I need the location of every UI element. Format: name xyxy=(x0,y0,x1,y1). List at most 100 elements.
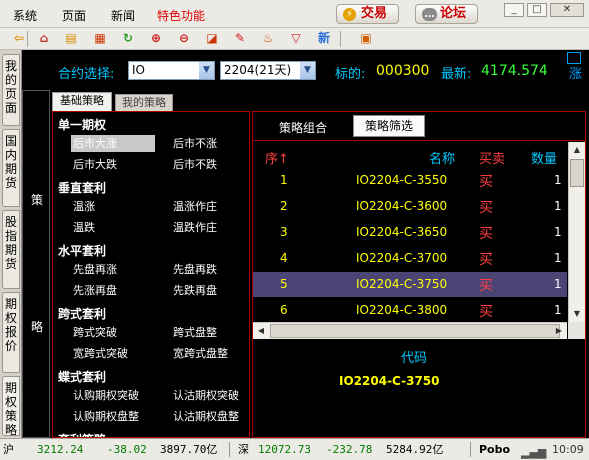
strategy-option[interactable]: 认购期权盘整 xyxy=(71,408,141,425)
clock: 10:09 xyxy=(552,443,584,456)
left-tab-5[interactable]: 期权策略 xyxy=(2,376,20,437)
home-icon[interactable]: ⌂ xyxy=(35,30,53,47)
left-tab-2[interactable]: 国内期货 xyxy=(2,129,20,207)
month-select[interactable]: 2204(21天) ▼ xyxy=(220,61,316,80)
strategy-option[interactable]: 温涨 xyxy=(71,198,97,215)
tab-basic-strategy[interactable]: 基础策略 xyxy=(52,92,112,111)
strategy-option[interactable]: 先涨再盘 xyxy=(71,282,119,299)
left-tab-char: 的 xyxy=(4,73,17,87)
scroll-up-icon[interactable]: ▲ xyxy=(569,142,585,158)
zoom-out-icon[interactable]: ⊖ xyxy=(175,30,193,47)
strategy-option[interactable]: 后市不涨 xyxy=(171,135,219,152)
bell-icon[interactable]: ♨ xyxy=(259,30,277,47)
tab-my-strategy[interactable]: 我的策略 xyxy=(115,94,173,111)
strategy-option[interactable]: 后市大跌 xyxy=(71,156,119,173)
vertical-scrollbar[interactable]: ▲ ▼ xyxy=(568,142,585,322)
contract-select[interactable]: IO ▼ xyxy=(128,61,215,80)
scroll-left-icon[interactable]: ◀ xyxy=(253,323,269,339)
strategy-option[interactable]: 宽跨式盘整 xyxy=(171,345,230,362)
right-tabs: 策略组合 策略筛选 xyxy=(253,112,585,141)
strategy-option[interactable]: 后市不跌 xyxy=(171,156,219,173)
tab-strategy-combination[interactable]: 策略组合 xyxy=(279,119,327,136)
month-select-value: 2204(21天) xyxy=(224,63,292,77)
left-vertical-tabs: 我的页面国内期货股指期货期权报价期权策略 xyxy=(0,50,22,438)
menu-news[interactable]: 新闻 xyxy=(111,7,135,24)
table-row[interactable]: 2 IO2204-C-3600 买 1 xyxy=(253,194,567,219)
horizontal-scrollbar[interactable]: ◀ ▶ xyxy=(253,322,567,339)
forum-button[interactable]: … 论坛 xyxy=(415,4,478,24)
left-tab-char: 我 xyxy=(4,59,17,73)
scroll-down-icon[interactable]: ▼ xyxy=(569,306,585,322)
strategy-option[interactable]: 跨式突破 xyxy=(71,324,119,341)
trade-button[interactable]: ⚡ 交易 xyxy=(336,4,399,24)
pencil-icon[interactable]: ✎ xyxy=(231,30,249,47)
row-direction: 买 xyxy=(479,226,493,242)
table-row[interactable]: 3 IO2204-C-3650 买 1 xyxy=(253,220,567,245)
menu-system[interactable]: 系统 xyxy=(13,7,37,24)
row-direction: 买 xyxy=(479,174,493,190)
strategy-option[interactable]: 先盘再跌 xyxy=(171,261,219,278)
maximize-button[interactable]: □ xyxy=(527,3,547,17)
strategy-option[interactable]: 宽跨式突破 xyxy=(71,345,130,362)
left-tab-char: 货 xyxy=(4,257,17,271)
row-direction: 买 xyxy=(479,200,493,216)
left-tab-char: 期 xyxy=(4,243,17,257)
column-header-direction[interactable]: 买卖 xyxy=(479,148,505,167)
strategy-option[interactable]: 认沽期权盘整 xyxy=(171,408,241,425)
strategy-option[interactable]: 先盘再涨 xyxy=(71,261,119,278)
filter-icon[interactable]: ▽ xyxy=(287,30,305,47)
strategy-option[interactable]: 跨式盘整 xyxy=(171,324,219,341)
status-divider xyxy=(470,442,471,457)
strategy-option[interactable]: 先跌再盘 xyxy=(171,282,219,299)
column-header-name[interactable]: 名称 xyxy=(429,148,455,167)
strategy-category-title: 单一期权 xyxy=(58,118,107,132)
strategy-option[interactable]: 温跌 xyxy=(71,219,97,236)
chat-bubble-icon: … xyxy=(422,8,437,21)
left-tab-4[interactable]: 期权报价 xyxy=(2,292,20,373)
table-row[interactable]: 4 IO2204-C-3700 买 1 xyxy=(253,246,567,271)
row-quantity: 1 xyxy=(554,199,562,213)
lightning-icon: ⚡ xyxy=(343,8,356,21)
scroll-thumb[interactable] xyxy=(270,324,560,338)
scroll-right-icon[interactable]: ▶ xyxy=(551,323,567,339)
strategy-option[interactable]: 后市大涨 xyxy=(71,135,155,152)
left-tab-char: 期 xyxy=(4,162,17,176)
contract-select-label: 合约选择: xyxy=(58,67,115,82)
scroll-thumb[interactable] xyxy=(570,159,584,187)
back-arrow-icon[interactable]: ⇦ xyxy=(10,30,28,47)
strategy-option[interactable]: 温跌作庄 xyxy=(171,219,219,236)
calendar-icon[interactable]: ▦ xyxy=(91,30,109,47)
strategy-option[interactable]: 认购期权突破 xyxy=(71,387,141,404)
new-icon[interactable]: 新 xyxy=(315,30,333,47)
left-tab-1[interactable]: 我的页面 xyxy=(2,54,20,126)
table-row[interactable]: 5 IO2204-C-3750 买 1 xyxy=(253,272,567,297)
strategy-option[interactable]: 认沽期权突破 xyxy=(171,387,241,404)
tab-strategy-filter[interactable]: 策略筛选 xyxy=(353,115,425,137)
minimize-button[interactable]: _ xyxy=(504,3,524,17)
news-icon[interactable]: ▤ xyxy=(62,30,80,47)
column-header-quantity[interactable]: 数量 xyxy=(531,148,557,167)
grid-view-icon[interactable]: ▣ xyxy=(357,30,375,47)
latest-price-label: 最新: xyxy=(441,67,472,82)
signal-icon: ▂▄▆ xyxy=(521,446,547,459)
row-quantity: 1 xyxy=(554,277,562,291)
window-icon[interactable]: ◪ xyxy=(203,30,221,47)
menu-special-features[interactable]: 特色功能 xyxy=(157,7,205,24)
table-row[interactable]: 6 IO2204-C-3800 买 1 xyxy=(253,298,567,323)
chevron-down-icon[interactable]: ▼ xyxy=(199,62,214,79)
chevron-down-icon[interactable]: ▼ xyxy=(300,62,315,79)
menu-page[interactable]: 页面 xyxy=(62,7,86,24)
left-tab-3[interactable]: 股指期货 xyxy=(2,210,20,289)
table-row[interactable]: 1 IO2204-C-3550 买 1 xyxy=(253,168,567,193)
sz-market-label: 深 xyxy=(238,443,249,456)
column-header-seq[interactable]: 序↑ xyxy=(265,148,289,167)
close-button[interactable]: ✕ xyxy=(550,3,584,17)
zoom-in-icon[interactable]: ⊕ xyxy=(147,30,165,47)
refresh-icon[interactable]: ↻ xyxy=(119,30,137,47)
row-name: IO2204-C-3800 xyxy=(356,303,448,317)
strategy-option[interactable]: 温涨作庄 xyxy=(171,198,219,215)
row-name: IO2204-C-3550 xyxy=(356,173,448,187)
left-tab-char: 国 xyxy=(4,134,17,148)
row-name: IO2204-C-3650 xyxy=(356,225,448,239)
left-tab-char: 期 xyxy=(4,297,17,311)
